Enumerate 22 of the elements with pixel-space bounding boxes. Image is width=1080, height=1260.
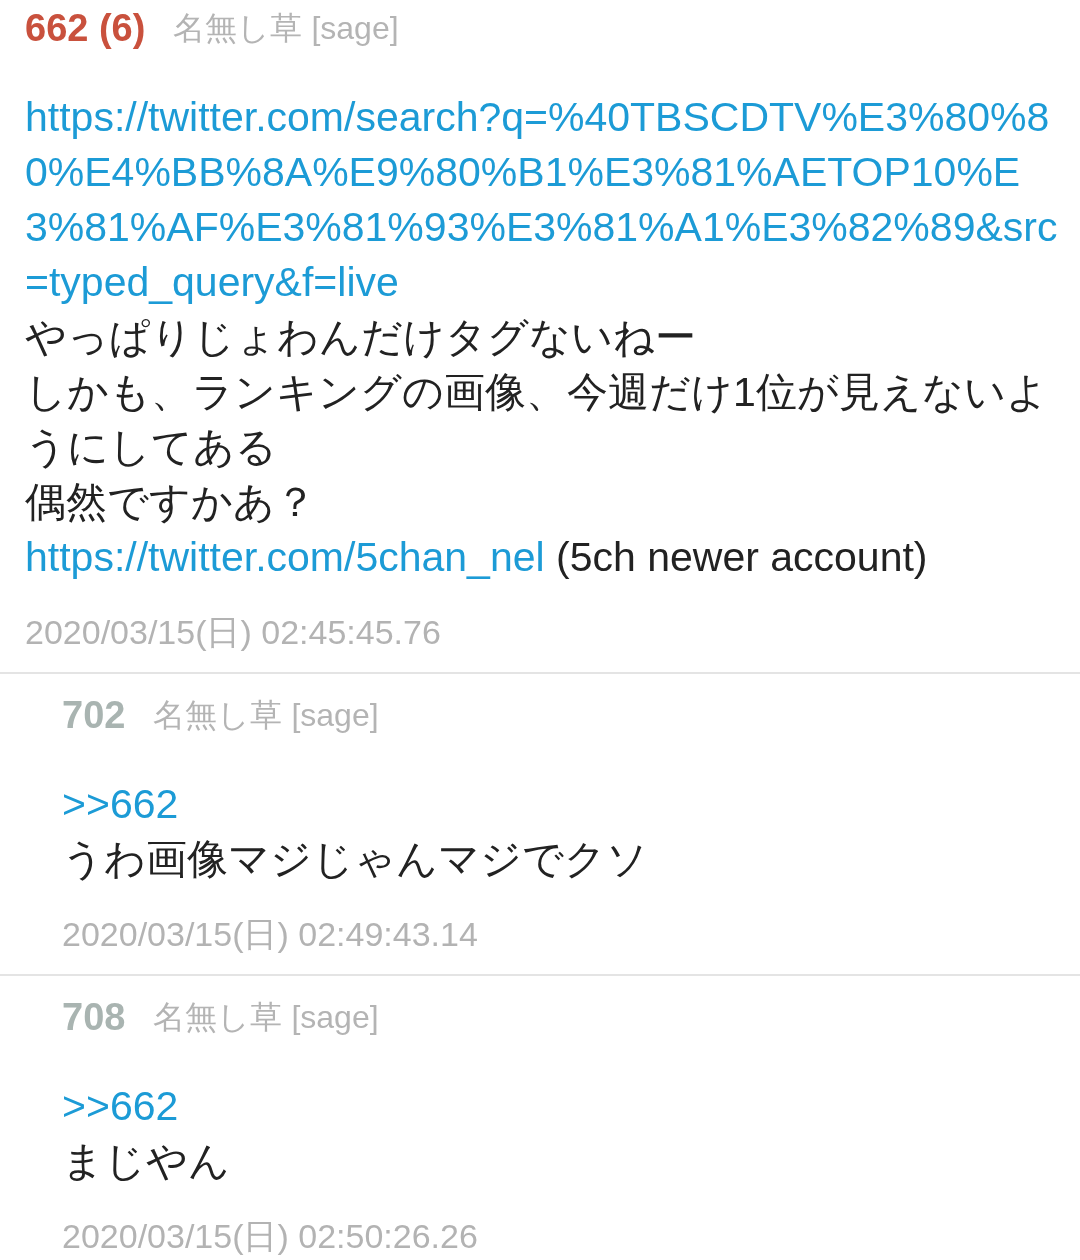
mail-text: [sage] — [311, 9, 399, 48]
post-text: 偶然ですかあ？ — [25, 479, 316, 525]
url-link[interactable]: https://twitter.com/5chan_nel — [25, 534, 545, 580]
mail-text: [sage] — [291, 998, 379, 1037]
post-number: 708 — [62, 995, 126, 1040]
post-text: まじやん — [62, 1138, 230, 1184]
post-number: 662 (6) — [25, 6, 146, 51]
reply-anchor-link[interactable]: >>662 — [62, 781, 179, 827]
mail-text: [sage] — [291, 696, 379, 735]
reply-anchor-link[interactable]: >>662 — [62, 1083, 179, 1129]
post-number: 702 — [62, 693, 126, 738]
post-date: 2020/03/15(日) 02:45:45.76 — [25, 613, 441, 651]
author-name: 名無し草 — [173, 9, 303, 48]
url-link[interactable]: https://twitter.com/search?q=%40TBSCDTV%E3%80%80%E4%BB%8A%E9%80%B1%E3%81%AETOP10%E3%81%AF%E3%81%93%E3%81%A1%E3%82%89&src=typed_query&f=live — [25, 90, 1064, 310]
post-text: やっぱりじょわんだけタグないねー — [25, 314, 696, 360]
post-text: (5ch newer account) — [556, 534, 928, 580]
author-name: 名無し草 — [153, 696, 283, 735]
post-date: 2020/03/15(日) 02:50:26.26 — [62, 1217, 478, 1255]
post-text: しかも、ランキングの画像、今週だけ1位が見えないようにしてある — [25, 369, 1048, 470]
post-text: うわ画像マジじゃんマジでクソ — [62, 836, 648, 882]
author-name: 名無し草 — [153, 998, 283, 1037]
post-date: 2020/03/15(日) 02:49:43.14 — [62, 915, 478, 953]
